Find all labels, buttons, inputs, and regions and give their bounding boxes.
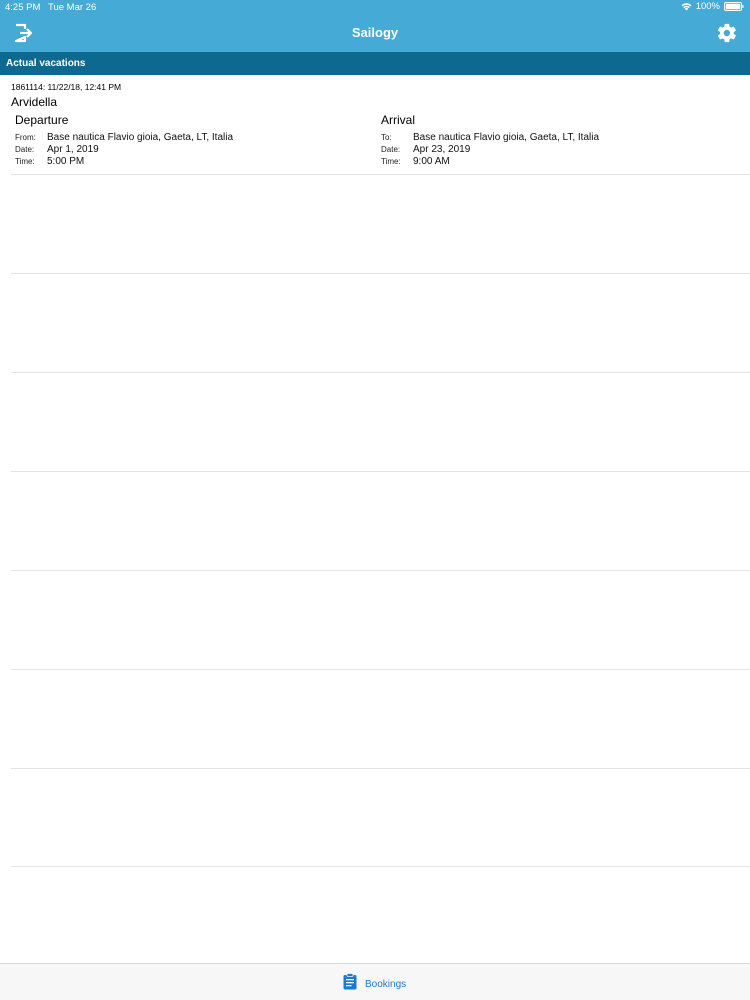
departure-time-value: 5:00 PM (47, 156, 85, 167)
navigation-bar: Sailogy (0, 14, 750, 52)
departure-date-label: Date: (15, 145, 35, 154)
arrival-title: Arrival (381, 113, 416, 127)
row-separator (11, 471, 750, 472)
page-title: Sailogy (351, 25, 399, 40)
row-separator (11, 866, 750, 867)
section-title: Actual vacations (6, 58, 86, 69)
from-value: Base nautica Flavio gioia, Gaeta, LT, It… (47, 132, 234, 143)
boat-name: Arvidella (11, 95, 58, 109)
from-label: From: (15, 133, 36, 142)
booking-cell[interactable]: 1861114: 11/22/18, 12:41 PM Arvidella De… (0, 75, 750, 174)
battery-percent: 100% (695, 1, 720, 12)
battery-icon (724, 2, 744, 11)
status-right: 100% (681, 1, 744, 12)
arrival-time-label: Time: (381, 157, 401, 166)
departure-date-value: Apr 1, 2019 (47, 144, 99, 155)
departure-time-label: Time: (15, 157, 35, 166)
row-separator (11, 273, 750, 274)
arrival-date-label: Date: (381, 145, 401, 154)
booking-id-date: 1861114: 11/22/18, 12:41 PM (11, 82, 122, 92)
wifi-icon (681, 2, 692, 11)
to-value: Base nautica Flavio gioia, Gaeta, LT, It… (413, 132, 600, 143)
departure-title: Departure (15, 113, 69, 127)
tab-bar: Bookings (0, 963, 750, 1000)
section-header: Actual vacations (0, 52, 750, 75)
settings-button[interactable] (716, 22, 738, 44)
row-separator (11, 768, 750, 769)
arrival-date-value: Apr 23, 2019 (413, 144, 471, 155)
row-separator (11, 669, 750, 670)
status-time: 4:25 PM (5, 2, 41, 13)
clipboard-icon (343, 973, 357, 995)
row-separator (11, 174, 750, 175)
status-date: Tue Mar 26 (48, 2, 97, 13)
app-window: 4:25 PM Tue Mar 26 100% Sailogy Actual v… (0, 0, 750, 1000)
row-separator (11, 372, 750, 373)
arrival-time-value: 9:00 AM (413, 156, 450, 167)
gear-icon (716, 23, 738, 48)
row-separator (11, 570, 750, 571)
status-bar: 4:25 PM Tue Mar 26 100% (0, 0, 750, 14)
top-bar: 4:25 PM Tue Mar 26 100% Sailogy (0, 0, 750, 52)
tab-bookings[interactable]: Bookings (343, 973, 406, 995)
tab-bookings-label: Bookings (365, 978, 407, 990)
to-label: To: (381, 133, 392, 142)
